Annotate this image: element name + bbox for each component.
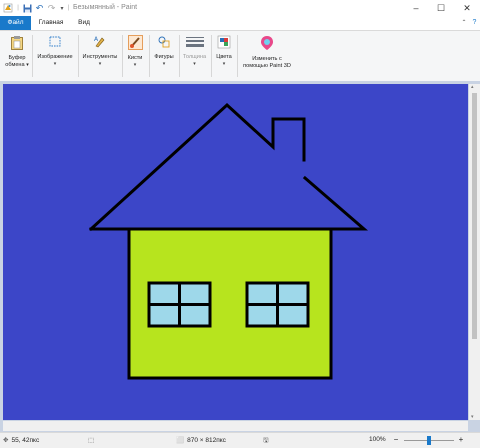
undo-icon[interactable]: ↶ (34, 3, 45, 13)
paint3d-label-2: помощью Paint 3D (243, 62, 291, 69)
house-roof-right (89, 175, 369, 231)
house-drawing (88, 102, 369, 380)
clipboard-icon (3, 35, 31, 52)
image-icon (34, 35, 76, 51)
scroll-down-icon[interactable]: ▾ (471, 414, 474, 420)
shapes-label: Фигуры (154, 54, 174, 61)
tab-file[interactable]: Файл (0, 16, 31, 30)
ribbon-separator (122, 35, 123, 77)
ribbon-separator (149, 35, 150, 77)
tools-icon: A (80, 35, 120, 51)
size-button[interactable]: Толщина ▾ (181, 33, 208, 79)
paint-app-icon[interactable] (2, 3, 14, 13)
title-bar: | ↶ ↷ ▾ | Безымянный - Paint – ☐ ✕ (0, 0, 480, 16)
zoom-slider-thumb[interactable] (427, 436, 431, 445)
edit-with-paint3d-button[interactable]: Изменить с помощью Paint 3D (239, 33, 295, 79)
tab-home[interactable]: Главная (33, 16, 69, 30)
ribbon: Буфер обмена ▾ Изображение ▾ A Инструмен… (0, 31, 480, 82)
brushes-button[interactable]: Кисти ▾ (124, 33, 146, 79)
zoom-level: 100% (369, 436, 386, 443)
brush-icon (124, 35, 146, 52)
brushes-arrow-icon: ▾ (133, 61, 137, 68)
close-button[interactable]: ✕ (460, 2, 474, 14)
clipboard-label: Буфер (8, 55, 26, 62)
shapes-icon (151, 35, 177, 51)
zoom-out-button[interactable]: − (391, 435, 401, 444)
vertical-scroll-thumb[interactable] (472, 93, 477, 339)
image-arrow-icon: ▾ (53, 60, 57, 67)
zoom-slider-track[interactable] (404, 436, 454, 445)
size-arrow-icon: ▾ (193, 60, 196, 67)
minimize-button[interactable]: – (409, 2, 423, 14)
image-button[interactable]: Изображение ▾ (34, 33, 76, 79)
line-thickness-icon (181, 35, 208, 51)
status-bar: ✥ 55, 42пкс ⬚ ⬜ 870 × 812пкс 🖫 100% − + (0, 432, 480, 448)
drawing-canvas[interactable] (3, 84, 468, 420)
size-label: Толщина (182, 54, 207, 61)
help-icon[interactable]: ? (470, 18, 479, 28)
title-separator: | (67, 5, 70, 11)
file-size-icon: 🖫 (263, 437, 269, 444)
ribbon-tabs: Файл Главная Вид ⌃ ? (0, 16, 480, 31)
ribbon-separator (78, 35, 79, 77)
tools-button[interactable]: A Инструменты ▾ (80, 33, 120, 79)
colors-arrow-icon: ▾ (222, 60, 226, 67)
colors-button[interactable]: Цвета ▾ (213, 33, 235, 79)
cursor-position: 55, 42пкс (11, 436, 40, 444)
paint3d-label: Изменить с (252, 56, 282, 63)
collapse-ribbon-icon[interactable]: ⌃ (459, 18, 469, 28)
canvas-size-icon: ⬜ (176, 437, 185, 444)
house-window-right (245, 281, 310, 328)
cursor-position-icon: ✥ (3, 437, 9, 444)
clipboard-arrow-icon: ▾ (26, 61, 29, 68)
vertical-scrollbar[interactable]: ▴ ▾ (469, 84, 480, 420)
save-icon[interactable] (22, 3, 33, 13)
maximize-button[interactable]: ☐ (434, 2, 448, 14)
horizontal-scrollbar[interactable] (3, 421, 468, 431)
zoom-in-button[interactable]: + (456, 435, 466, 444)
ribbon-separator (32, 35, 33, 77)
window-title: Безымянный - Paint (73, 4, 138, 11)
redo-icon[interactable]: ↷ (46, 3, 57, 13)
colors-label: Цвета (216, 54, 232, 61)
clipboard-label-2: обмена (5, 61, 25, 68)
tools-label: Инструменты (82, 54, 118, 61)
shapes-button[interactable]: Фигуры ▾ (151, 33, 177, 79)
svg-text:A: A (94, 36, 99, 43)
ribbon-separator (211, 35, 212, 77)
qa-customize-icon[interactable]: ▾ (58, 3, 66, 13)
paint3d-icon (239, 35, 295, 53)
tools-arrow-icon: ▾ (98, 60, 102, 67)
qa-separator: | (17, 5, 19, 11)
image-label: Изображение (37, 54, 73, 61)
tab-view[interactable]: Вид (71, 16, 97, 30)
canvas-size: 870 × 812пкс (187, 436, 226, 444)
clipboard-button[interactable]: Буфер обмена ▾ (3, 33, 31, 79)
house-roof (88, 102, 306, 232)
color-palette-icon (213, 35, 235, 51)
house-window-left (147, 281, 212, 328)
selection-size-icon: ⬚ (88, 437, 95, 444)
ribbon-separator (179, 35, 180, 77)
shapes-arrow-icon: ▾ (162, 60, 166, 67)
brushes-label: Кисти (127, 55, 143, 62)
scroll-up-icon[interactable]: ▴ (471, 84, 474, 90)
ribbon-separator (237, 35, 238, 77)
